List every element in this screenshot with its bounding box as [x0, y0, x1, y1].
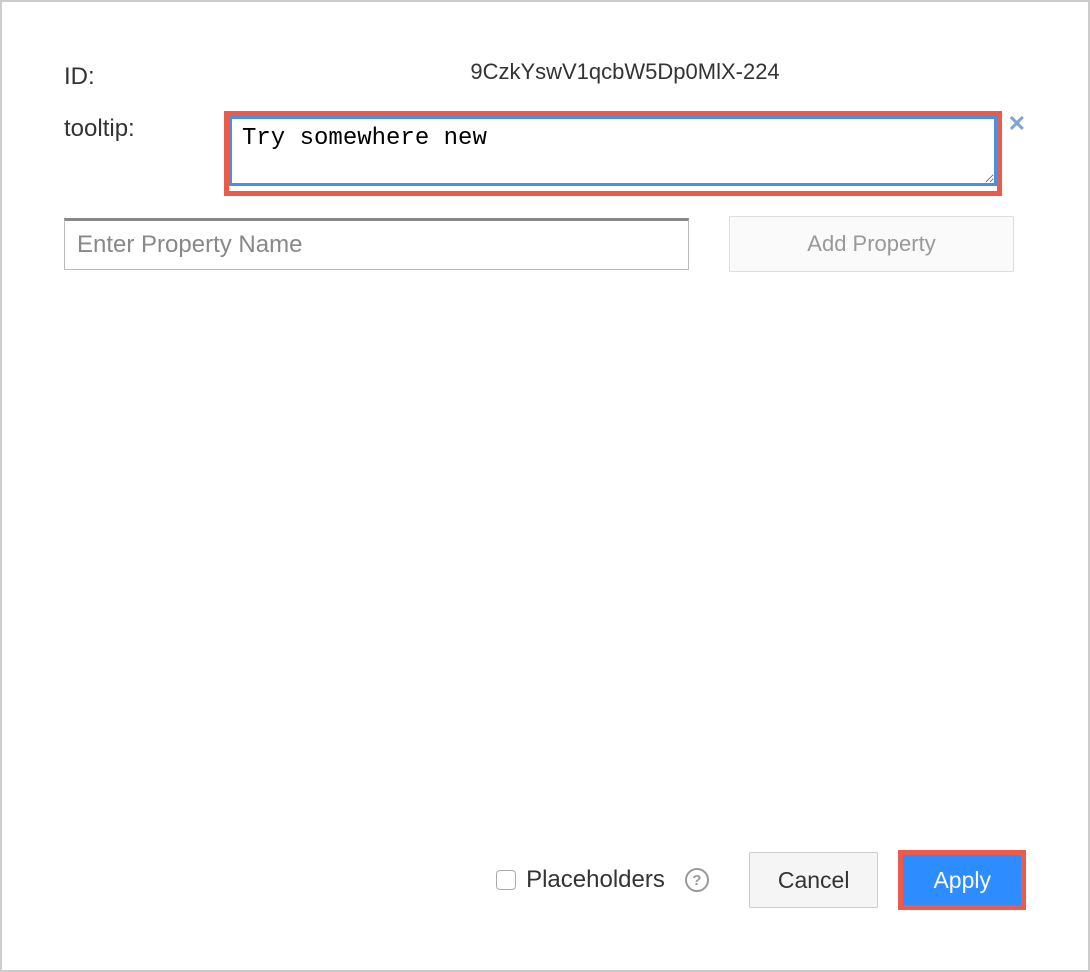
id-label: ID: — [64, 59, 224, 91]
add-property-button[interactable]: Add Property — [729, 216, 1014, 272]
edit-properties-dialog: ID: 9CzkYswV1qcbW5Dp0MlX-224 tooltip: ✕ … — [4, 4, 1086, 968]
tooltip-label: tooltip: — [64, 111, 224, 143]
property-name-input[interactable] — [64, 218, 689, 270]
dialog-footer: Placeholders ? Cancel Apply — [496, 850, 1026, 910]
id-row: ID: 9CzkYswV1qcbW5Dp0MlX-224 — [64, 59, 1026, 91]
tooltip-textarea[interactable] — [229, 116, 997, 186]
id-value: 9CzkYswV1qcbW5Dp0MlX-224 — [224, 59, 1026, 85]
placeholders-label: Placeholders — [526, 866, 665, 894]
apply-highlight-box: Apply — [898, 850, 1026, 910]
placeholders-checkbox-wrap[interactable]: Placeholders — [496, 866, 665, 894]
tooltip-row: tooltip: ✕ — [64, 111, 1026, 196]
add-property-row: Add Property — [64, 216, 1026, 272]
tooltip-highlight-box — [224, 111, 1002, 196]
cancel-button[interactable]: Cancel — [749, 852, 879, 908]
apply-button[interactable]: Apply — [903, 855, 1021, 905]
placeholders-checkbox[interactable] — [496, 870, 516, 890]
close-icon[interactable]: ✕ — [1008, 111, 1026, 135]
help-icon[interactable]: ? — [685, 868, 709, 892]
